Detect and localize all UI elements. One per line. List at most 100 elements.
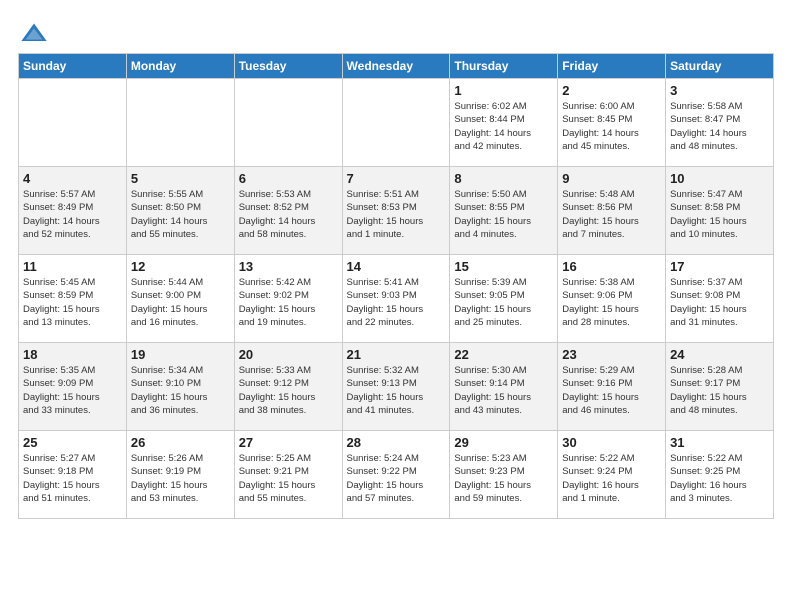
day-info: Sunrise: 5:45 AM Sunset: 8:59 PM Dayligh… — [23, 276, 122, 329]
calendar-day-cell: 27 Sunrise: 5:25 AM Sunset: 9:21 PM Dayli… — [234, 431, 342, 519]
calendar-day-cell: 24Sunrise: 5:28 AM Sunset: 9:17 PM Dayli… — [666, 343, 774, 431]
day-number: 17 — [670, 259, 769, 274]
calendar-day-cell: 26Sunrise: 5:26 AM Sunset: 9:19 PM Dayli… — [126, 431, 234, 519]
day-of-week-header: Sunday — [19, 54, 127, 79]
calendar-week-row: 11 Sunrise: 5:45 AM Sunset: 8:59 PM Dayli… — [19, 255, 774, 343]
day-number: 12 — [131, 259, 230, 274]
day-number: 10 — [670, 171, 769, 186]
day-number: 22 — [454, 347, 553, 362]
day-info: Sunrise: 5:32 AM Sunset: 9:13 PM Dayligh… — [347, 364, 446, 417]
calendar-day-cell: 30Sunrise: 5:22 AM Sunset: 9:24 PM Dayli… — [558, 431, 666, 519]
calendar-day-cell: 15Sunrise: 5:39 AM Sunset: 9:05 PM Dayli… — [450, 255, 558, 343]
day-info: Sunrise: 5:51 AM Sunset: 8:53 PM Dayligh… — [347, 188, 446, 241]
day-info: Sunrise: 5:25 AM Sunset: 9:21 PM Dayligh… — [239, 452, 338, 505]
calendar-day-cell — [342, 79, 450, 167]
calendar-day-cell: 17 Sunrise: 5:37 AM Sunset: 9:08 PM Dayli… — [666, 255, 774, 343]
day-number: 20 — [239, 347, 338, 362]
calendar-day-cell: 7 Sunrise: 5:51 AM Sunset: 8:53 PM Daylig… — [342, 167, 450, 255]
day-number: 3 — [670, 83, 769, 98]
calendar-day-cell: 13 Sunrise: 5:42 AM Sunset: 9:02 PM Dayli… — [234, 255, 342, 343]
day-info: Sunrise: 6:00 AM Sunset: 8:45 PM Dayligh… — [562, 100, 661, 153]
calendar-day-cell: 20 Sunrise: 5:33 AM Sunset: 9:12 PM Dayli… — [234, 343, 342, 431]
day-number: 21 — [347, 347, 446, 362]
day-info: Sunrise: 5:35 AM Sunset: 9:09 PM Dayligh… — [23, 364, 122, 417]
day-info: Sunrise: 5:42 AM Sunset: 9:02 PM Dayligh… — [239, 276, 338, 329]
calendar-day-cell: 10 Sunrise: 5:47 AM Sunset: 8:58 PM Dayli… — [666, 167, 774, 255]
day-number: 29 — [454, 435, 553, 450]
day-of-week-header: Wednesday — [342, 54, 450, 79]
day-number: 14 — [347, 259, 446, 274]
day-of-week-header: Friday — [558, 54, 666, 79]
logo — [20, 20, 52, 48]
day-info: Sunrise: 5:34 AM Sunset: 9:10 PM Dayligh… — [131, 364, 230, 417]
day-number: 2 — [562, 83, 661, 98]
day-info: Sunrise: 5:50 AM Sunset: 8:55 PM Dayligh… — [454, 188, 553, 241]
logo-icon — [20, 20, 48, 48]
day-info: Sunrise: 5:53 AM Sunset: 8:52 PM Dayligh… — [239, 188, 338, 241]
day-info: Sunrise: 5:23 AM Sunset: 9:23 PM Dayligh… — [454, 452, 553, 505]
day-number: 8 — [454, 171, 553, 186]
day-number: 1 — [454, 83, 553, 98]
calendar-day-cell: 2 Sunrise: 6:00 AM Sunset: 8:45 PM Daylig… — [558, 79, 666, 167]
day-number: 13 — [239, 259, 338, 274]
calendar-day-cell: 21 Sunrise: 5:32 AM Sunset: 9:13 PM Dayli… — [342, 343, 450, 431]
day-number: 16 — [562, 259, 661, 274]
calendar-week-row: 4 Sunrise: 5:57 AM Sunset: 8:49 PM Daylig… — [19, 167, 774, 255]
calendar-day-cell: 25 Sunrise: 5:27 AM Sunset: 9:18 PM Dayli… — [19, 431, 127, 519]
calendar-day-cell — [126, 79, 234, 167]
day-number: 11 — [23, 259, 122, 274]
calendar-day-cell: 6Sunrise: 5:53 AM Sunset: 8:52 PM Daylig… — [234, 167, 342, 255]
day-number: 18 — [23, 347, 122, 362]
calendar-day-cell: 1 Sunrise: 6:02 AM Sunset: 8:44 PM Daylig… — [450, 79, 558, 167]
day-number: 5 — [131, 171, 230, 186]
day-number: 26 — [131, 435, 230, 450]
calendar-day-cell: 5 Sunrise: 5:55 AM Sunset: 8:50 PM Daylig… — [126, 167, 234, 255]
day-info: Sunrise: 5:41 AM Sunset: 9:03 PM Dayligh… — [347, 276, 446, 329]
day-number: 27 — [239, 435, 338, 450]
day-of-week-header: Tuesday — [234, 54, 342, 79]
day-of-week-header: Saturday — [666, 54, 774, 79]
day-info: Sunrise: 5:57 AM Sunset: 8:49 PM Dayligh… — [23, 188, 122, 241]
calendar-day-cell: 11 Sunrise: 5:45 AM Sunset: 8:59 PM Dayli… — [19, 255, 127, 343]
calendar-day-cell: 29 Sunrise: 5:23 AM Sunset: 9:23 PM Dayli… — [450, 431, 558, 519]
calendar-day-cell — [19, 79, 127, 167]
calendar-header-row: SundayMondayTuesdayWednesdayThursdayFrid… — [19, 54, 774, 79]
day-number: 4 — [23, 171, 122, 186]
calendar-day-cell: 12 Sunrise: 5:44 AM Sunset: 9:00 PM Dayli… — [126, 255, 234, 343]
day-number: 7 — [347, 171, 446, 186]
calendar-day-cell: 23 Sunrise: 5:29 AM Sunset: 9:16 PM Dayli… — [558, 343, 666, 431]
day-number: 24 — [670, 347, 769, 362]
day-number: 9 — [562, 171, 661, 186]
day-info: Sunrise: 5:27 AM Sunset: 9:18 PM Dayligh… — [23, 452, 122, 505]
day-info: Sunrise: 5:55 AM Sunset: 8:50 PM Dayligh… — [131, 188, 230, 241]
calendar-week-row: 1 Sunrise: 6:02 AM Sunset: 8:44 PM Daylig… — [19, 79, 774, 167]
calendar-week-row: 25 Sunrise: 5:27 AM Sunset: 9:18 PM Dayli… — [19, 431, 774, 519]
calendar-day-cell: 31Sunrise: 5:22 AM Sunset: 9:25 PM Dayli… — [666, 431, 774, 519]
calendar-day-cell: 19 Sunrise: 5:34 AM Sunset: 9:10 PM Dayli… — [126, 343, 234, 431]
page-wrapper: SundayMondayTuesdayWednesdayThursdayFrid… — [10, 10, 782, 519]
day-of-week-header: Monday — [126, 54, 234, 79]
day-info: Sunrise: 5:47 AM Sunset: 8:58 PM Dayligh… — [670, 188, 769, 241]
day-number: 19 — [131, 347, 230, 362]
day-number: 30 — [562, 435, 661, 450]
day-number: 25 — [23, 435, 122, 450]
day-info: Sunrise: 5:33 AM Sunset: 9:12 PM Dayligh… — [239, 364, 338, 417]
day-info: Sunrise: 5:30 AM Sunset: 9:14 PM Dayligh… — [454, 364, 553, 417]
calendar-day-cell: 14 Sunrise: 5:41 AM Sunset: 9:03 PM Dayli… — [342, 255, 450, 343]
calendar-day-cell: 18 Sunrise: 5:35 AM Sunset: 9:09 PM Dayli… — [19, 343, 127, 431]
day-info: Sunrise: 5:29 AM Sunset: 9:16 PM Dayligh… — [562, 364, 661, 417]
day-info: Sunrise: 5:44 AM Sunset: 9:00 PM Dayligh… — [131, 276, 230, 329]
calendar-day-cell: 3Sunrise: 5:58 AM Sunset: 8:47 PM Daylig… — [666, 79, 774, 167]
calendar-week-row: 18 Sunrise: 5:35 AM Sunset: 9:09 PM Dayli… — [19, 343, 774, 431]
page-header — [10, 10, 782, 53]
day-number: 28 — [347, 435, 446, 450]
day-info: Sunrise: 5:39 AM Sunset: 9:05 PM Dayligh… — [454, 276, 553, 329]
day-number: 23 — [562, 347, 661, 362]
day-info: Sunrise: 5:37 AM Sunset: 9:08 PM Dayligh… — [670, 276, 769, 329]
day-number: 31 — [670, 435, 769, 450]
day-info: Sunrise: 6:02 AM Sunset: 8:44 PM Dayligh… — [454, 100, 553, 153]
calendar-day-cell: 4 Sunrise: 5:57 AM Sunset: 8:49 PM Daylig… — [19, 167, 127, 255]
day-info: Sunrise: 5:48 AM Sunset: 8:56 PM Dayligh… — [562, 188, 661, 241]
calendar-table: SundayMondayTuesdayWednesdayThursdayFrid… — [18, 53, 774, 519]
day-info: Sunrise: 5:38 AM Sunset: 9:06 PM Dayligh… — [562, 276, 661, 329]
